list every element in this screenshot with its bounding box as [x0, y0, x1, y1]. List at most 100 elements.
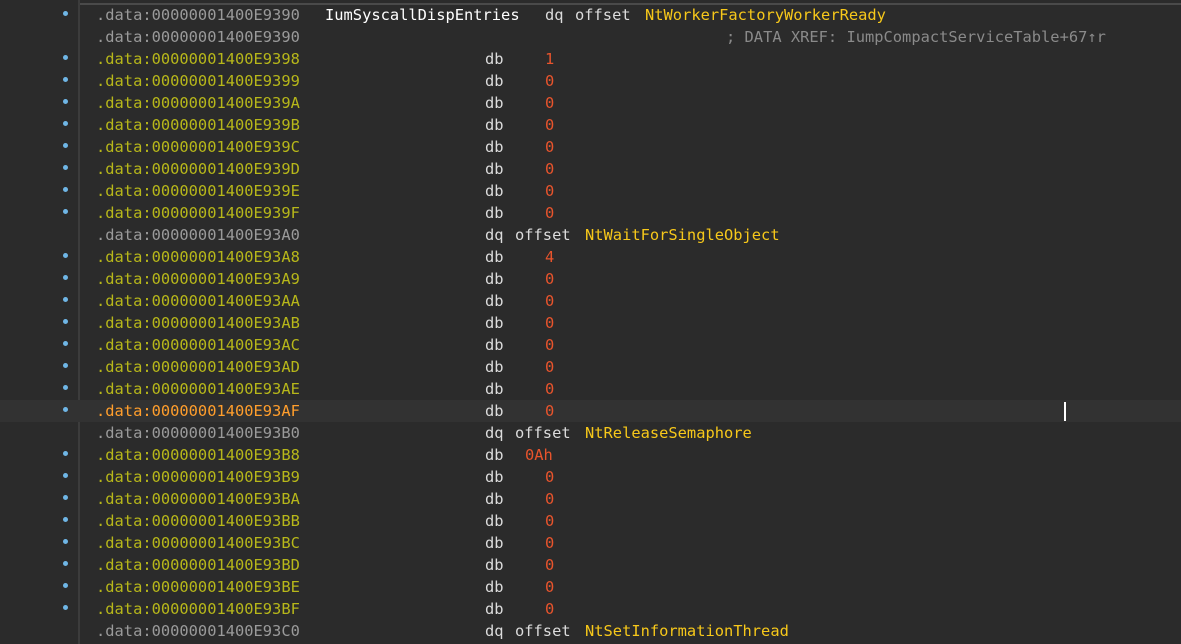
listing-row[interactable]: .data:00000001400E93BC db 0: [0, 532, 1181, 554]
byte-value: 0: [545, 116, 555, 134]
address-label[interactable]: .data:00000001400E93AB: [96, 312, 300, 334]
listing-row[interactable]: .data:00000001400E93AB db 0: [0, 312, 1181, 334]
address-label[interactable]: .data:00000001400E93A0: [96, 224, 300, 246]
address-label[interactable]: .data:00000001400E939B: [96, 114, 300, 136]
line-marker-dot[interactable]: [63, 539, 68, 544]
function-reference[interactable]: NtWaitForSingleObject: [585, 224, 780, 246]
address-label[interactable]: .data:00000001400E93BB: [96, 510, 300, 532]
line-marker-dot[interactable]: [63, 341, 68, 346]
listing-row[interactable]: .data:00000001400E93AF db 0: [0, 400, 1181, 422]
listing-row[interactable]: .data:00000001400E93BB db 0: [0, 510, 1181, 532]
directive: db: [485, 138, 504, 156]
address-label[interactable]: .data:00000001400E939C: [96, 136, 300, 158]
address-label[interactable]: .data:00000001400E93B9: [96, 466, 300, 488]
address-label[interactable]: .data:00000001400E9390: [96, 4, 300, 26]
address-label[interactable]: .data:00000001400E939D: [96, 158, 300, 180]
disassembly-view[interactable]: .data:00000001400E9390 IumSyscallDispEntr…: [0, 0, 1181, 644]
address-label[interactable]: .data:00000001400E93C0: [96, 620, 300, 642]
listing-row[interactable]: .data:00000001400E93BF db 0: [0, 598, 1181, 620]
listing-row[interactable]: .data:00000001400E93BD db 0: [0, 554, 1181, 576]
listing-row[interactable]: .data:00000001400E939C db 0: [0, 136, 1181, 158]
listing-row[interactable]: .data:00000001400E939F db 0: [0, 202, 1181, 224]
listing-row[interactable]: .data:00000001400E93A8 db 4: [0, 246, 1181, 268]
line-marker-dot[interactable]: [63, 165, 68, 170]
listing-row[interactable]: .data:00000001400E93B0 dq offset NtReleaseS…: [0, 422, 1181, 444]
line-marker-dot[interactable]: [63, 253, 68, 258]
line-marker-dot[interactable]: [63, 407, 68, 412]
listing-row[interactable]: .data:00000001400E939E db 0: [0, 180, 1181, 202]
line-marker-dot[interactable]: [63, 605, 68, 610]
address-label[interactable]: .data:00000001400E93AF: [96, 400, 300, 422]
function-reference[interactable]: NtWorkerFactoryWorkerReady: [645, 4, 886, 26]
address-label[interactable]: .data:00000001400E93AD: [96, 356, 300, 378]
address-label[interactable]: .data:00000001400E93AE: [96, 378, 300, 400]
symbol-label[interactable]: IumSyscallDispEntries: [325, 4, 520, 26]
line-marker-dot[interactable]: [63, 473, 68, 478]
address-label[interactable]: .data:00000001400E93B8: [96, 444, 300, 466]
directive: db: [485, 314, 504, 332]
line-marker-dot[interactable]: [63, 583, 68, 588]
listing-row[interactable]: .data:00000001400E93A9 db 0: [0, 268, 1181, 290]
listing-row[interactable]: .data:00000001400E9390 IumSyscallDispEntr…: [0, 4, 1181, 26]
listing-row[interactable]: .data:00000001400E93B9 db 0: [0, 466, 1181, 488]
address-label[interactable]: .data:00000001400E9390: [96, 26, 300, 48]
line-marker-dot[interactable]: [63, 11, 68, 16]
listing-row[interactable]: .data:00000001400E9398 db 1: [0, 48, 1181, 70]
byte-value: 0: [545, 578, 555, 596]
address-label[interactable]: .data:00000001400E93A8: [96, 246, 300, 268]
listing-row[interactable]: .data:00000001400E9399 db 0: [0, 70, 1181, 92]
listing-row[interactable]: .data:00000001400E93AA db 0: [0, 290, 1181, 312]
address-label[interactable]: .data:00000001400E93BC: [96, 532, 300, 554]
address-label[interactable]: .data:00000001400E93BF: [96, 598, 300, 620]
line-marker-dot[interactable]: [63, 451, 68, 456]
listing-row[interactable]: .data:00000001400E939D db 0: [0, 158, 1181, 180]
address-label[interactable]: .data:00000001400E939F: [96, 202, 300, 224]
listing-row[interactable]: .data:00000001400E93A0 dq offset NtWaitForS…: [0, 224, 1181, 246]
function-reference[interactable]: NtReleaseSemaphore: [585, 422, 752, 444]
listing-row[interactable]: .data:00000001400E93AC db 0: [0, 334, 1181, 356]
byte-value: 0: [545, 336, 555, 354]
listing-row[interactable]: .data:00000001400E93C0 dq offset NtSetInfor…: [0, 620, 1181, 642]
listing-row[interactable]: .data:00000001400E939A db 0: [0, 92, 1181, 114]
address-label[interactable]: .data:00000001400E939E: [96, 180, 300, 202]
address-label[interactable]: .data:00000001400E93BE: [96, 576, 300, 598]
address-label[interactable]: .data:00000001400E93BD: [96, 554, 300, 576]
address-label[interactable]: .data:00000001400E93BA: [96, 488, 300, 510]
directive: db: [485, 512, 504, 530]
listing-row[interactable]: .data:00000001400E93AD db 0: [0, 356, 1181, 378]
listing-row[interactable]: .data:00000001400E9390 ; DATA XREF: IumpC…: [0, 26, 1181, 48]
listing-row[interactable]: .data:00000001400E93AE db 0: [0, 378, 1181, 400]
line-marker-dot[interactable]: [63, 187, 68, 192]
line-marker-dot[interactable]: [63, 297, 68, 302]
line-marker-dot[interactable]: [63, 143, 68, 148]
directive: dq: [485, 424, 504, 442]
function-reference[interactable]: NtSetInformationThread: [585, 620, 789, 642]
line-marker-dot[interactable]: [63, 517, 68, 522]
address-label[interactable]: .data:00000001400E9398: [96, 48, 300, 70]
line-marker-dot[interactable]: [63, 55, 68, 60]
address-label[interactable]: .data:00000001400E9399: [96, 70, 300, 92]
address-label[interactable]: .data:00000001400E93B0: [96, 422, 300, 444]
address-label[interactable]: .data:00000001400E93AA: [96, 290, 300, 312]
listing-row[interactable]: .data:00000001400E93B8 db 0Ah: [0, 444, 1181, 466]
line-marker-dot[interactable]: [63, 77, 68, 82]
line-marker-dot[interactable]: [63, 495, 68, 500]
directive: dq: [485, 622, 504, 640]
line-marker-dot[interactable]: [63, 319, 68, 324]
line-marker-dot[interactable]: [63, 209, 68, 214]
address-label[interactable]: .data:00000001400E939A: [96, 92, 300, 114]
listing-row[interactable]: .data:00000001400E93BE db 0: [0, 576, 1181, 598]
address-label[interactable]: .data:00000001400E93A9: [96, 268, 300, 290]
line-marker-dot[interactable]: [63, 561, 68, 566]
line-marker-dot[interactable]: [63, 385, 68, 390]
line-marker-dot[interactable]: [63, 121, 68, 126]
address-label[interactable]: .data:00000001400E93AC: [96, 334, 300, 356]
byte-value: 0: [545, 490, 555, 508]
listing-row[interactable]: .data:00000001400E939B db 0: [0, 114, 1181, 136]
offset-keyword: offset: [575, 6, 631, 24]
listing-row[interactable]: .data:00000001400E93BA db 0: [0, 488, 1181, 510]
line-marker-dot[interactable]: [63, 275, 68, 280]
xref-comment[interactable]: ; DATA XREF: IumpCompactServiceTable+67↑…: [726, 26, 1106, 48]
line-marker-dot[interactable]: [63, 363, 68, 368]
line-marker-dot[interactable]: [63, 99, 68, 104]
